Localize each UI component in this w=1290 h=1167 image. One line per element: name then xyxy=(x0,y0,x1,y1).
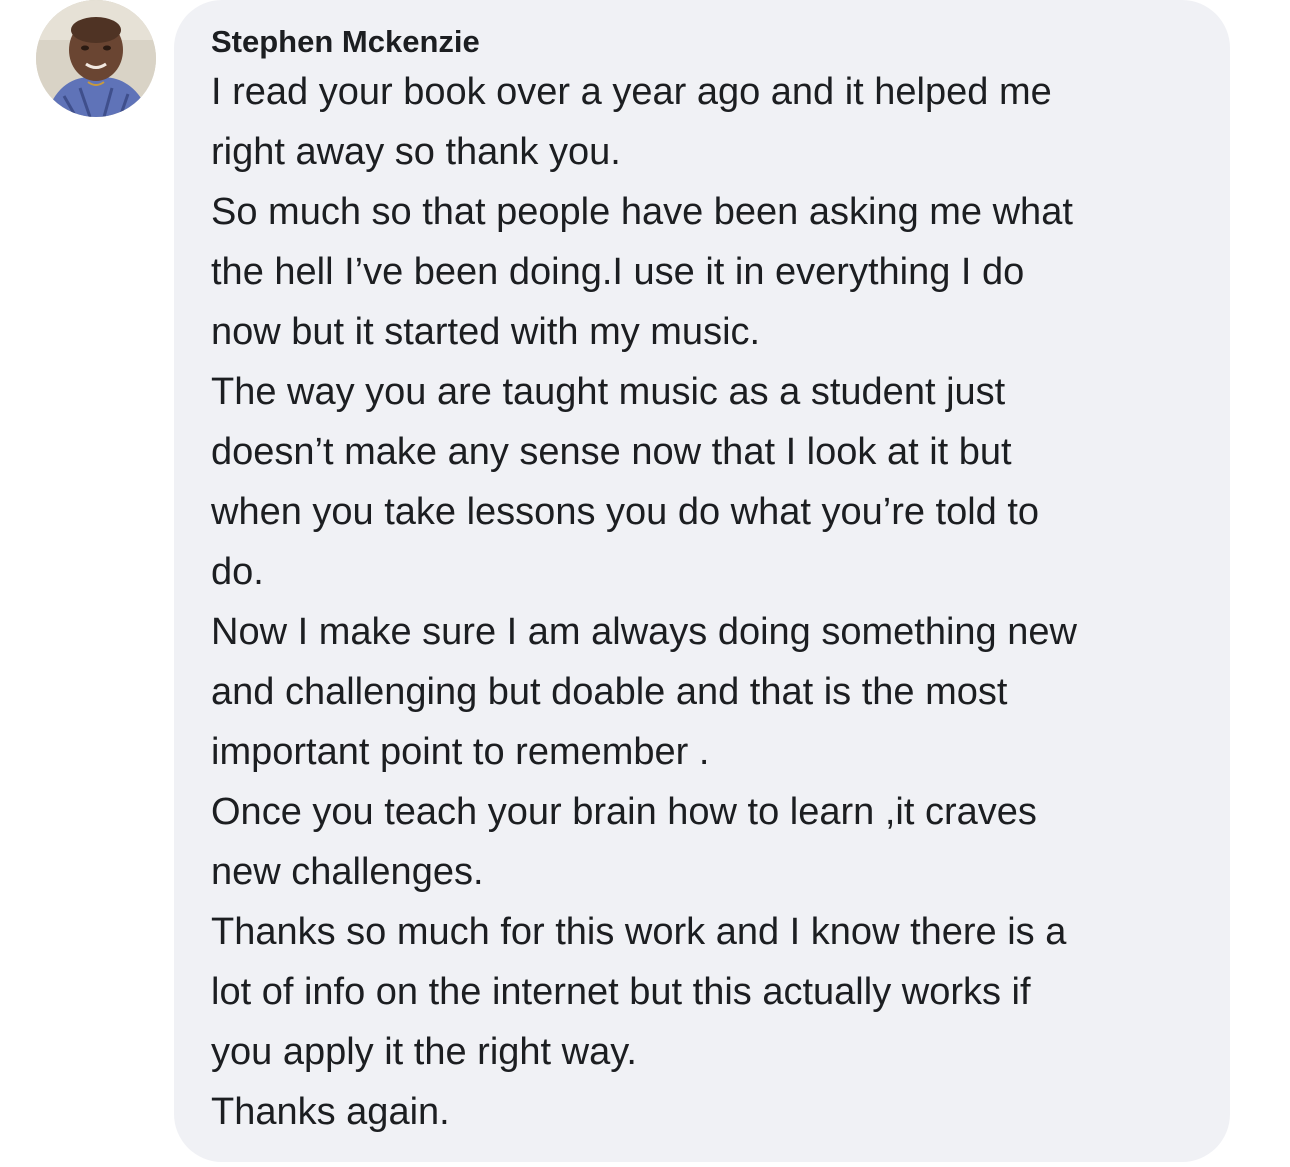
profile-photo-icon xyxy=(36,0,156,117)
comment-line: you apply it the right way. xyxy=(211,1031,637,1073)
comment-line: when you take lessons you do what you’re… xyxy=(211,491,1040,533)
comment-line: important point to remember . xyxy=(211,731,710,773)
comment-line: Now I make sure I am always doing someth… xyxy=(211,611,1077,653)
comment-line: The way you are taught music as a studen… xyxy=(211,371,1006,413)
comment-line: I read your book over a year ago and it … xyxy=(211,71,1052,113)
comment-line: Thanks so much for this work and I know … xyxy=(211,911,1067,953)
comment-line: right away so thank you. xyxy=(211,131,621,173)
comment-line: So much so that people have been asking … xyxy=(211,191,1073,233)
author-name[interactable]: Stephen Mckenzie xyxy=(211,22,1200,62)
comment-line: Thanks again. xyxy=(211,1091,450,1133)
comment-text: I read your book over a year ago and it … xyxy=(211,62,1200,1142)
comment-line: now but it started with my music. xyxy=(211,311,761,353)
comment-line: Once you teach your brain how to learn ,… xyxy=(211,791,1037,833)
avatar[interactable] xyxy=(36,0,156,117)
comment-line: lot of info on the internet but this act… xyxy=(211,971,1031,1013)
comment-line: the hell I’ve been doing.I use it in eve… xyxy=(211,251,1025,293)
comment-line: do. xyxy=(211,551,264,593)
comment-line: and challenging but doable and that is t… xyxy=(211,671,1008,713)
comment-bubble: Stephen Mckenzie I read your book over a… xyxy=(174,0,1230,1162)
comment-line: doesn’t make any sense now that I look a… xyxy=(211,431,1012,473)
comment-line: new challenges. xyxy=(211,851,484,893)
